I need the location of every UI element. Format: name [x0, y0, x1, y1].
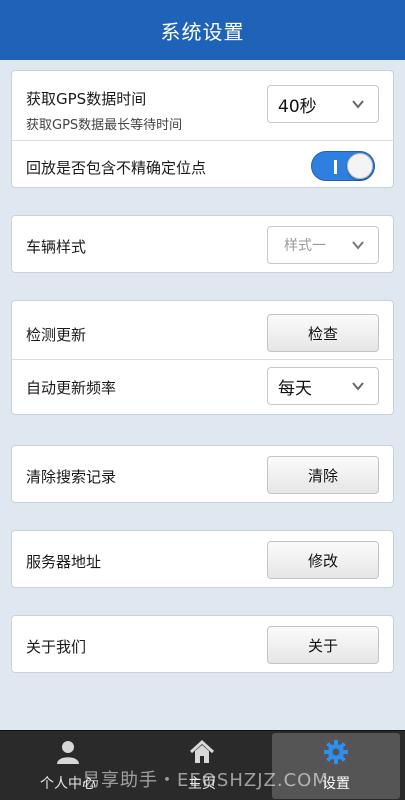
toggle-on-mark	[334, 160, 337, 174]
chevron-down-icon	[352, 100, 364, 109]
settings-content: 获取GPS数据时间 获取GPS数据最长等待时间 40秒 回放是否包含不精确定位点…	[0, 60, 405, 730]
update-card: 检测更新 检查 自动更新频率 每天	[11, 300, 394, 415]
divider	[12, 359, 393, 360]
watermark-text: 易享助手・EEOSHZJZ.COM	[82, 770, 329, 791]
chevron-down-icon	[352, 382, 364, 391]
gps-time-select[interactable]: 40秒	[267, 85, 379, 123]
clear-search-button[interactable]: 清除	[267, 456, 379, 494]
about-button[interactable]: 关于	[267, 626, 379, 664]
check-update-button[interactable]: 检查	[267, 314, 379, 352]
playback-imprecise-label: 回放是否包含不精确定位点	[26, 159, 207, 177]
gps-time-label: 获取GPS数据时间	[26, 90, 147, 108]
server-card: 服务器地址 修改	[11, 530, 394, 588]
gps-time-value: 40秒	[278, 96, 317, 117]
vehicle-style-value: 样式一	[284, 238, 326, 254]
edit-server-button[interactable]: 修改	[267, 541, 379, 579]
vehicle-style-select[interactable]: 样式一	[267, 226, 379, 264]
gps-settings-card: 获取GPS数据时间 获取GPS数据最长等待时间 40秒 回放是否包含不精确定位点	[11, 70, 394, 188]
vehicle-style-card: 车辆样式 样式一	[11, 215, 394, 273]
search-history-card: 清除搜索记录 清除	[11, 445, 394, 503]
page-title: 系统设置	[160, 19, 245, 44]
check-update-label: 检测更新	[26, 326, 87, 344]
home-icon	[189, 739, 215, 763]
playback-imprecise-toggle[interactable]	[311, 151, 375, 181]
app-header: 系统设置	[0, 0, 405, 60]
about-card: 关于我们 关于	[11, 615, 394, 673]
toggle-knob	[347, 153, 373, 179]
update-frequency-value: 每天	[278, 378, 312, 399]
gps-time-sublabel: 获取GPS数据最长等待时间	[26, 118, 183, 133]
clear-search-label: 清除搜索记录	[26, 468, 117, 486]
update-frequency-select[interactable]: 每天	[267, 367, 379, 405]
vehicle-style-label: 车辆样式	[26, 238, 87, 256]
chevron-down-icon	[352, 241, 364, 250]
gear-icon	[324, 740, 348, 764]
person-icon	[57, 741, 79, 764]
about-us-label: 关于我们	[26, 638, 87, 656]
divider	[12, 140, 393, 141]
server-address-label: 服务器地址	[26, 553, 102, 571]
update-frequency-label: 自动更新频率	[26, 379, 117, 397]
